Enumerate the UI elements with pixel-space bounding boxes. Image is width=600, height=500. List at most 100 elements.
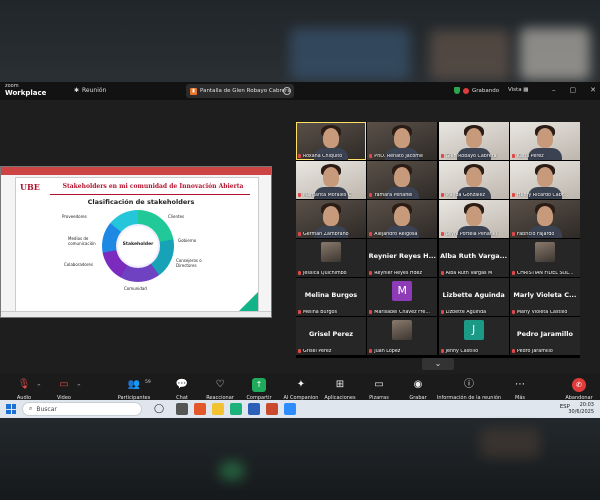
participant-tile[interactable]: Alba Ruth Varga... Alba Ruth Vargas M (438, 239, 509, 277)
taskbar-search[interactable]: ⌕ Buscar (22, 402, 142, 416)
participant-tile[interactable]: Marly Violeta C... Marly Violeta Castillo (509, 278, 580, 316)
participant-tile[interactable]: Mayda González (438, 161, 509, 199)
participant-tile[interactable]: Henry Ricardo Cabr... (509, 161, 580, 199)
chat-icon: 💬 (175, 379, 189, 390)
shield-icon (454, 87, 460, 94)
zoom-icon[interactable] (284, 403, 296, 415)
participant-name: Alejandro Reigosa (369, 232, 435, 237)
participant-name-text: Grisel Perez (303, 349, 332, 354)
participant-tile[interactable]: Jessica Quichimbo (296, 239, 366, 277)
windows-start-icon[interactable] (6, 404, 16, 414)
participant-tile[interactable]: German Zambrano (296, 200, 366, 238)
task-view-icon[interactable]: ◯ (154, 403, 166, 415)
video-button[interactable]: ▭ ^ Video (42, 378, 86, 401)
screen-share-tab[interactable]: ▮ Pantalla de Glen Robayo Cabrera (186, 84, 294, 98)
participant-tile[interactable]: Margarita Morales C (296, 161, 366, 199)
edge-icon[interactable] (230, 403, 242, 415)
whiteboards-button[interactable]: ▭ Pizarras (357, 378, 401, 401)
participant-face (465, 167, 482, 187)
participant-tile[interactable]: Lizbette Aguinda Lizbette Aguinda (438, 278, 509, 316)
share-button[interactable]: ↑ Compartir (237, 378, 281, 401)
participant-tile[interactable]: Reynier Reyes H... Reynier Reyes Hdez (367, 239, 438, 277)
participant-name: Leyni Portela Peñafiel (440, 232, 507, 237)
video-off-icon: ▭ (59, 379, 69, 390)
participant-name: Henry Ricardo Cabr... (511, 193, 578, 198)
background-bottom (0, 418, 600, 500)
participant-name: Juan López (369, 349, 435, 354)
mic-muted-icon: 🎙 (17, 379, 31, 390)
participant-name: PhD. Renato Jácome (369, 154, 435, 159)
participant-tile[interactable]: Karla Pérez (509, 122, 580, 160)
stakeholder-donut: Stakeholder (102, 210, 174, 282)
participant-tile[interactable]: Fabricio Fajardo (509, 200, 580, 238)
participant-name-text: PhD. Renato Jácome (374, 154, 423, 159)
leave-button[interactable]: ✆ Abandonar (564, 378, 594, 401)
system-clock[interactable]: 20:03 30/6/2025 (568, 402, 594, 416)
more-button[interactable]: ⋯ Más (498, 378, 542, 401)
powerpoint-icon[interactable] (266, 403, 278, 415)
participant-tile[interactable]: Juan López (367, 317, 438, 355)
mic-muted-icon (369, 232, 373, 236)
folder-icon[interactable] (212, 403, 224, 415)
participant-name-text: CHRISTIAN FIDEL SOL... (516, 271, 574, 276)
gallery-scroll-down[interactable]: ⌄ (422, 358, 454, 370)
participant-tile[interactable]: Melina Burgos Melina Burgos (296, 278, 366, 316)
participant-name-text: German Zambrano (303, 232, 349, 237)
mic-muted-icon (440, 310, 444, 314)
participant-name-text: Juan López (374, 349, 401, 354)
chevron-up-icon[interactable]: ^ (37, 384, 41, 390)
label-medios: Medios de comunicación (68, 236, 96, 246)
view-button[interactable]: Vista ▦ (508, 87, 529, 93)
mic-muted-icon (511, 349, 515, 353)
windows-taskbar: ⌕ Buscar ◯ ESP 20:03 30/6/2025 (0, 400, 600, 418)
mic-muted-icon (369, 349, 373, 353)
word-icon[interactable] (248, 403, 260, 415)
participant-tile[interactable]: Grisel Perez Grisel Perez (296, 317, 366, 355)
participants-count: 59 (145, 380, 151, 385)
meeting-info-button[interactable]: ⓘ Información de la reunión (434, 378, 504, 401)
close-icon[interactable]: ✕ (590, 86, 596, 94)
chevron-down-icon: ⌄ (434, 359, 442, 368)
app-icon[interactable] (176, 403, 188, 415)
participant-face (394, 128, 411, 148)
participant-name: Roxana Chiquito (298, 154, 364, 159)
options-icon[interactable] (283, 87, 291, 95)
participants-button[interactable]: 👥 59 Participantes (112, 378, 156, 401)
profile-picture (321, 242, 341, 262)
recording-indicator[interactable]: Grabando (454, 87, 499, 94)
react-button[interactable]: ♡ Reaccionar (198, 378, 242, 401)
participant-tile[interactable]: Alejandro Reigosa (367, 200, 438, 238)
search-label: Buscar (36, 405, 57, 413)
participant-tile[interactable]: Roxana Chiquito (296, 122, 366, 160)
slide: UBE Stakeholders en mi comunidad de Inno… (15, 177, 259, 313)
chevron-up-icon[interactable]: ^ (77, 384, 81, 390)
participant-name-text: Glen Robayo Cabrera (445, 154, 497, 159)
minimize-icon[interactable]: – (552, 86, 556, 94)
participant-tile[interactable]: J Jenny Castillo (438, 317, 509, 355)
mic-muted-icon (369, 310, 373, 314)
meeting-tab[interactable]: ✱ Reunión (74, 87, 106, 94)
apps-button[interactable]: ⊞ Aplicaciones (318, 378, 362, 401)
maximize-icon[interactable]: ▢ (570, 86, 577, 94)
browser-icon[interactable] (194, 403, 206, 415)
share-tab-label: Pantalla de Glen Robayo Cabrera (200, 88, 291, 94)
participant-tile[interactable]: Yamara Peñafiel (367, 161, 438, 199)
participant-name-text: Pedro Jaramillo (516, 349, 553, 354)
participant-tile[interactable]: Glen Robayo Cabrera (438, 122, 509, 160)
mic-muted-icon (369, 271, 373, 275)
audio-button[interactable]: 🎙 ^ Audio (2, 378, 46, 401)
participant-tile[interactable]: PhD. Renato Jácome (367, 122, 438, 160)
participant-name: German Zambrano (298, 232, 364, 237)
label-colaboradores: Colaboradores (64, 262, 93, 267)
participant-name: Karla Pérez (511, 154, 578, 159)
participant-tile[interactable]: M Marisabel Chávez Fre... (367, 278, 438, 316)
ai-companion-button[interactable]: ✦ AI Companion (279, 378, 323, 401)
participant-tile[interactable]: Pedro Jaramillo Pedro Jaramillo (509, 317, 580, 355)
participant-tile[interactable]: CHRISTIAN FIDEL SOL... (509, 239, 580, 277)
mic-muted-icon (298, 271, 301, 275)
participant-tile[interactable]: Leyni Portela Peñafiel (438, 200, 509, 238)
window-controls: – ▢ ✕ (552, 86, 596, 94)
participant-name-text: Jenny Castillo (445, 349, 479, 354)
shared-screen[interactable]: UBE Stakeholders en mi comunidad de Inno… (0, 166, 272, 318)
search-icon: ⌕ (29, 405, 33, 412)
